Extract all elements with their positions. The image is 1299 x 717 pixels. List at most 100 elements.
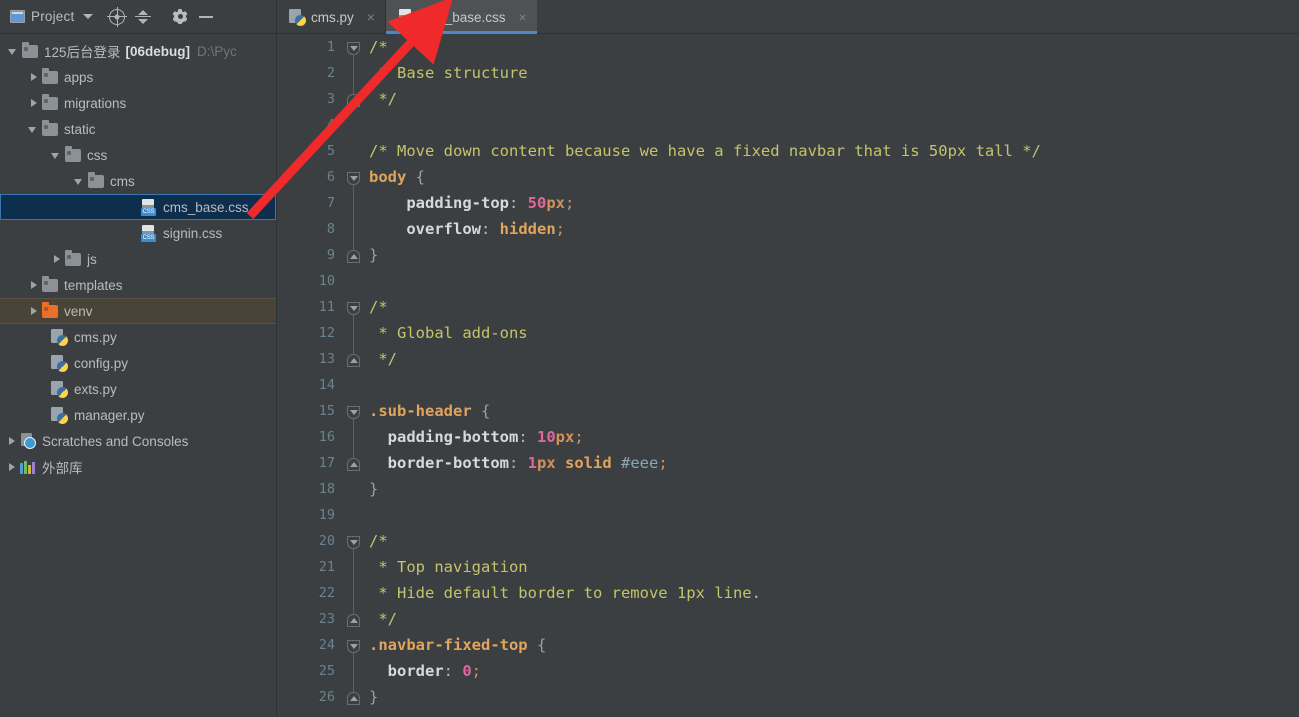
fold-marker-end[interactable] <box>347 94 360 107</box>
tree-row-cms-base-css[interactable]: cms_base.css <box>0 194 276 220</box>
line-number: 4 <box>326 117 335 133</box>
fold-marker-end[interactable] <box>347 692 360 705</box>
tab-label: cms_base.css <box>419 9 506 25</box>
chevron-right-icon[interactable] <box>51 254 62 265</box>
code-line: overflow: hidden; <box>369 220 565 238</box>
close-icon[interactable]: × <box>367 10 375 24</box>
tree-row-scratches[interactable]: Scratches and Consoles <box>0 428 276 454</box>
tree-row-js[interactable]: js <box>0 246 276 272</box>
tab-cms-base-css[interactable]: cms_base.css × <box>385 0 537 34</box>
tree-row-venv[interactable]: venv <box>0 298 276 324</box>
python-file-icon <box>289 9 306 26</box>
locate-file-icon[interactable] <box>104 4 130 30</box>
tree-row-exts-py[interactable]: exts.py <box>0 376 276 402</box>
tree-item-label: cms_base.css <box>163 199 249 215</box>
line-number: 19 <box>318 507 335 523</box>
tree-row-manager-py[interactable]: manager.py <box>0 402 276 428</box>
fold-marker-collapse[interactable] <box>347 302 360 315</box>
tree-item-label: signin.css <box>163 225 223 241</box>
settings-gear-icon[interactable] <box>167 4 193 30</box>
selector-token: .sub-header <box>369 402 472 420</box>
css-file-icon <box>141 199 157 216</box>
css-file-icon <box>397 9 414 26</box>
chevron-right-icon[interactable] <box>28 280 39 291</box>
python-file-icon <box>51 407 68 424</box>
chevron-down-icon[interactable] <box>74 176 85 187</box>
line-number: 1 <box>326 39 335 55</box>
editor-tabs: cms.py × cms_base.css × <box>276 0 1299 34</box>
tree-row-cms-py[interactable]: cms.py <box>0 324 276 350</box>
chevron-right-icon[interactable] <box>28 306 39 317</box>
tree-row-migrations[interactable]: migrations <box>0 90 276 116</box>
chevron-right-icon[interactable] <box>6 462 17 473</box>
line-number: 7 <box>326 195 335 211</box>
selector-token: body <box>369 168 407 186</box>
fold-marker-collapse[interactable] <box>347 42 360 55</box>
comment-token: /* <box>369 532 388 550</box>
tree-item-config: [06debug] <box>125 43 191 59</box>
tree-item-label: cms.py <box>74 329 117 345</box>
code-text-area[interactable]: /* * Base structure */ /* Move down cont… <box>365 34 1299 717</box>
fold-marker-end[interactable] <box>347 614 360 627</box>
comment-token: /* <box>369 298 388 316</box>
fold-marker-end[interactable] <box>347 458 360 471</box>
chevron-right-icon[interactable] <box>28 72 39 83</box>
fold-marker-collapse[interactable] <box>347 406 360 419</box>
code-editor[interactable]: 1 2 3 4 5 6 7 8 9 10 11 12 13 14 15 16 1… <box>276 34 1299 717</box>
fold-marker-collapse[interactable] <box>347 172 360 185</box>
code-line: padding-top: 50px; <box>369 194 575 212</box>
fold-marker-collapse[interactable] <box>347 640 360 653</box>
property-token: overflow <box>369 220 481 238</box>
code-line: */ <box>369 346 1299 372</box>
tab-cms-py[interactable]: cms.py × <box>277 0 385 34</box>
fold-marker-end[interactable] <box>347 354 360 367</box>
line-number: 9 <box>326 247 335 263</box>
line-number: 15 <box>318 403 335 419</box>
line-number: 24 <box>318 637 335 653</box>
chevron-right-icon[interactable] <box>6 436 17 447</box>
line-number: 23 <box>318 611 335 627</box>
fold-marker-end[interactable] <box>347 250 360 263</box>
comment-token: * Top navigation <box>369 558 528 576</box>
chevron-down-icon[interactable] <box>51 150 62 161</box>
collapse-all-icon[interactable] <box>130 4 156 30</box>
property-token: padding-bottom <box>369 428 519 446</box>
project-tool-window-header[interactable]: Project <box>10 9 94 24</box>
code-line: padding-bottom: 10px; <box>369 428 584 446</box>
folder-icon <box>65 145 81 162</box>
chevron-down-icon[interactable] <box>28 124 39 135</box>
tree-row-templates[interactable]: templates <box>0 272 276 298</box>
tree-row-project-root[interactable]: 125后台登录 [06debug] D:\Pyc <box>0 38 276 64</box>
comment-token: * Hide default border to remove 1px line… <box>369 584 761 602</box>
tree-row-static[interactable]: static <box>0 116 276 142</box>
project-toolbar: Project <box>0 0 276 34</box>
tree-row-config-py[interactable]: config.py <box>0 350 276 376</box>
tree-row-css[interactable]: css <box>0 142 276 168</box>
code-line: } <box>369 684 1299 710</box>
tree-row-signin-css[interactable]: signin.css <box>0 220 276 246</box>
comment-token: */ <box>369 610 397 628</box>
chevron-right-icon[interactable] <box>28 98 39 109</box>
code-folding-gutter[interactable] <box>343 34 365 717</box>
tree-item-label: cms <box>110 173 135 189</box>
tree-item-label: config.py <box>74 355 129 371</box>
code-line: .sub-header { <box>369 402 491 420</box>
line-number: 21 <box>318 559 335 575</box>
tree-item-label: 125后台登录 <box>44 45 121 60</box>
project-tree-panel[interactable]: 125后台登录 [06debug] D:\Pyc apps migrations… <box>0 34 276 717</box>
close-icon[interactable]: × <box>518 10 526 24</box>
fold-marker-collapse[interactable] <box>347 536 360 549</box>
tree-row-cms[interactable]: cms <box>0 168 276 194</box>
tree-row-external-libraries[interactable]: 外部库 <box>0 454 276 480</box>
chevron-down-icon[interactable] <box>83 14 94 19</box>
tree-row-apps[interactable]: apps <box>0 64 276 90</box>
chevron-down-icon[interactable] <box>8 46 19 57</box>
line-number: 2 <box>326 65 335 81</box>
line-number-text: 17 <box>318 455 335 471</box>
line-number: 8 <box>326 221 335 237</box>
hide-panel-icon[interactable] <box>193 4 219 30</box>
line-number: 3 <box>326 91 335 107</box>
tab-label: cms.py <box>311 9 354 25</box>
code-line: */ <box>369 606 1299 632</box>
